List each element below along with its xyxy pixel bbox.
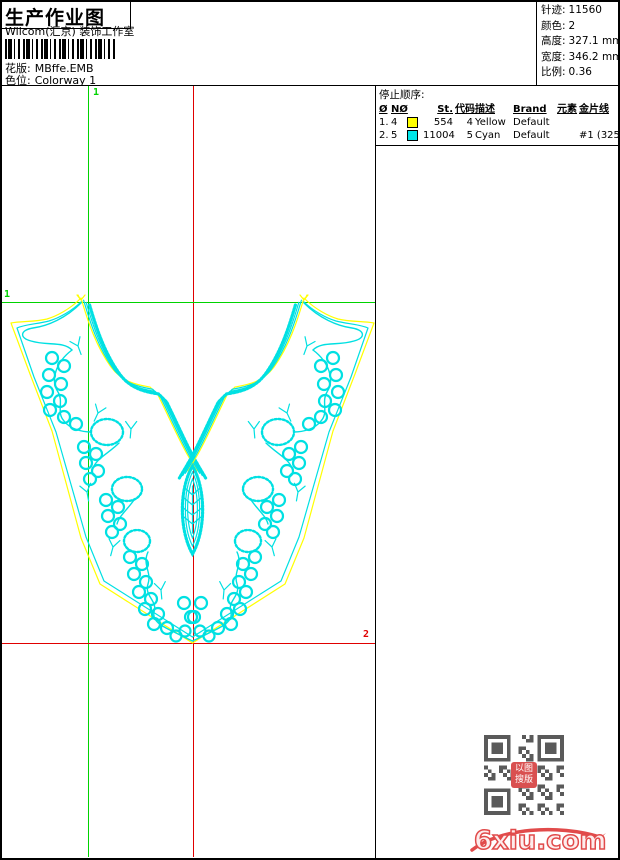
stat-height: 高度: 327.1 mm — [541, 35, 620, 47]
guide-start-vertical — [88, 86, 89, 857]
worksheet-page: 1 1 2 生产作业图 Wilcom(汇京) 装饰工作室 花版: MBffe.E… — [0, 0, 620, 860]
neckline-band — [80, 297, 208, 480]
color-table-header: Ø NØ St. 代码 描述 Brand 元素 金片线 — [379, 104, 609, 115]
color-sequence-table: 停止顺序: Ø NØ St. 代码 描述 Brand 元素 金片线 1. 4 554 4 Ye… — [376, 85, 620, 146]
color-table-row: 2. 5 11004 5 Cyan Default #1 (325) — [379, 130, 620, 141]
guide-start-horizontal — [2, 302, 375, 303]
stop-sequence-title: 停止顺序: — [379, 89, 425, 101]
barcode-icon — [5, 39, 115, 59]
color-swatch — [407, 117, 418, 128]
header: 生产作业图 Wilcom(汇京) 装饰工作室 花版: MBffe.EMB 色位: C… — [0, 0, 620, 87]
guide-label-stop: 2 — [363, 629, 370, 640]
color-table-body: 1. 4 554 4 Yellow Default 2. 5 11004 5 Cyan Default… — [379, 116, 620, 142]
stat-stitches: 针迹: 11560 — [541, 4, 602, 16]
stat-width: 宽度: 346.2 mm — [541, 50, 620, 63]
studio-subtitle: Wilcom(汇京) 装饰工作室 — [5, 25, 135, 38]
guide-label-start-h: 1 — [4, 289, 11, 300]
stat-colors: 颜色: 2 — [541, 19, 576, 32]
color-swatch — [407, 130, 418, 141]
colorway-field: 色位: Colorway 1 — [5, 74, 97, 87]
watermark-logo: 6xiu.com — [468, 820, 608, 857]
guide-stop-horizontal — [2, 643, 375, 644]
color-table-row: 1. 4 554 4 Yellow Default — [379, 117, 550, 128]
guide-stop-vertical — [193, 86, 194, 857]
guide-label-start-v: 1 — [93, 87, 100, 98]
watermark-text: 6xiu.com — [473, 825, 607, 857]
right-panel: 停止顺序: Ø NØ St. 代码 描述 Brand 元素 金片线 1. 4 554 4 Ye… — [375, 85, 620, 858]
stamp-icon: 以图 搜版 — [511, 762, 537, 788]
qr-code: 以图 搜版 — [484, 735, 564, 815]
stat-scale: 比例: 0.36 — [541, 66, 592, 78]
stats-panel: 针迹: 11560 颜色: 2 高度: 327.1 mm 宽度: 346.2 mm 比例… — [536, 0, 620, 85]
